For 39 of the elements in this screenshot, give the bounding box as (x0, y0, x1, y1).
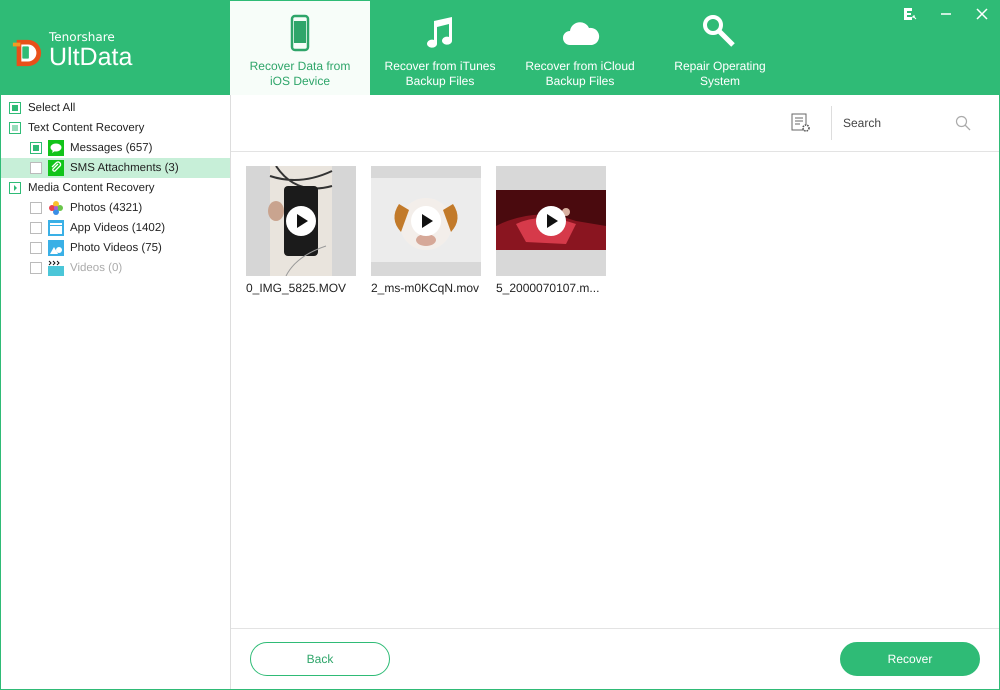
category-label: App Videos (1402) (70, 222, 166, 234)
checkbox[interactable] (30, 202, 42, 214)
category-item[interactable]: App Videos (1402) (1, 218, 230, 238)
close-icon[interactable] (975, 7, 989, 21)
feedback-icon[interactable] (903, 7, 917, 21)
category-item[interactable]: Photo Videos (75) (1, 238, 230, 258)
category-label: Photo Videos (75) (70, 242, 162, 254)
category-item[interactable]: SMS Attachments (3) (1, 158, 230, 178)
flower-icon (48, 200, 64, 216)
file-name: 0_IMG_5825.MOV (246, 281, 348, 295)
film-strip-icon (48, 260, 64, 276)
app-name: UltData (49, 44, 132, 70)
category-item[interactable]: Messages (657) (1, 138, 230, 158)
category-label[interactable]: Media Content Recovery (28, 182, 155, 194)
play-icon[interactable] (536, 206, 566, 236)
checkbox[interactable] (30, 142, 42, 154)
list-icon[interactable] (9, 122, 21, 134)
play-icon[interactable] (286, 206, 316, 236)
checkbox[interactable] (30, 242, 42, 254)
brand-name: Tenorshare (49, 30, 116, 44)
file-name: 2_ms-m0KCqN.mov (371, 281, 480, 295)
checkbox[interactable] (30, 162, 42, 174)
category-label: SMS Attachments (3) (70, 162, 179, 174)
chat-bubble-icon (48, 140, 64, 156)
paperclip-icon (48, 160, 64, 176)
photo-video-icon (48, 240, 64, 256)
category-label: Photos (4321) (70, 202, 142, 214)
category-item[interactable]: Photos (4321) (1, 198, 230, 218)
category-label: Messages (657) (70, 142, 152, 154)
clapperboard-icon (48, 220, 64, 236)
checkbox[interactable] (9, 102, 21, 114)
play-icon[interactable] (411, 206, 441, 236)
file-name: 5_2000070107.m... (496, 281, 600, 295)
category-label: Videos (0) (70, 262, 122, 274)
search-icon[interactable] (955, 115, 971, 131)
select-all-label[interactable]: Select All (28, 102, 76, 114)
settings-icon[interactable] (791, 113, 811, 133)
category-label[interactable]: Text Content Recovery (28, 122, 144, 134)
checkbox[interactable] (30, 222, 42, 234)
